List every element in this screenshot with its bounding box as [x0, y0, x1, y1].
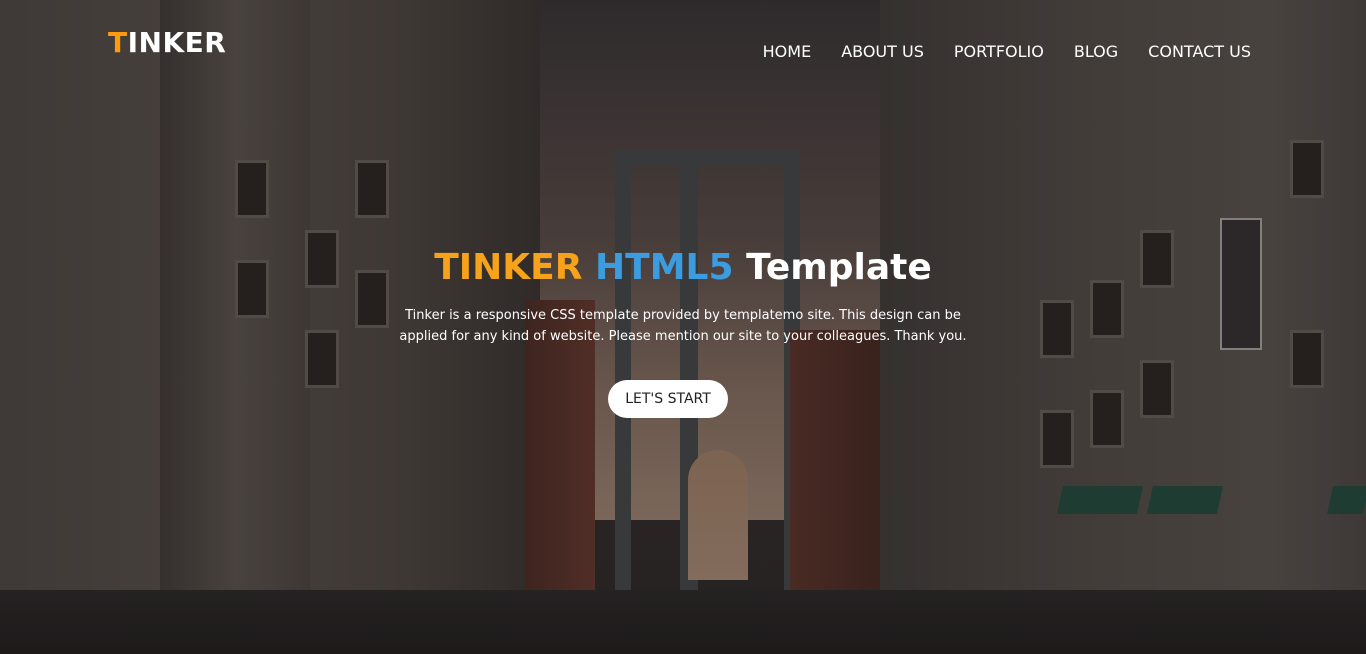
hero-title-tinker: TINKER — [434, 247, 583, 288]
logo-initial: T — [108, 26, 128, 59]
hero-title-template: Template — [746, 247, 932, 288]
nav-about-us[interactable]: ABOUT US — [841, 42, 924, 62]
hero-description: Tinker is a responsive CSS template prov… — [399, 308, 967, 344]
lets-start-button[interactable]: LET'S START — [608, 380, 728, 418]
hero-title: TINKER HTML5 Template — [0, 246, 1366, 290]
nav-portfolio[interactable]: PORTFOLIO — [954, 42, 1044, 62]
nav-home[interactable]: HOME — [763, 42, 812, 62]
site-logo[interactable]: TINKER — [108, 26, 226, 60]
hero-title-html5: HTML5 — [595, 247, 734, 288]
nav-blog[interactable]: BLOG — [1074, 42, 1118, 62]
nav-contact-us[interactable]: CONTACT US — [1148, 42, 1251, 62]
main-nav: HOME ABOUT US PORTFOLIO BLOG CONTACT US — [763, 42, 1251, 62]
hero-section: TINKER HOME ABOUT US PORTFOLIO BLOG CONT… — [0, 0, 1366, 654]
logo-text: INKER — [127, 26, 227, 59]
